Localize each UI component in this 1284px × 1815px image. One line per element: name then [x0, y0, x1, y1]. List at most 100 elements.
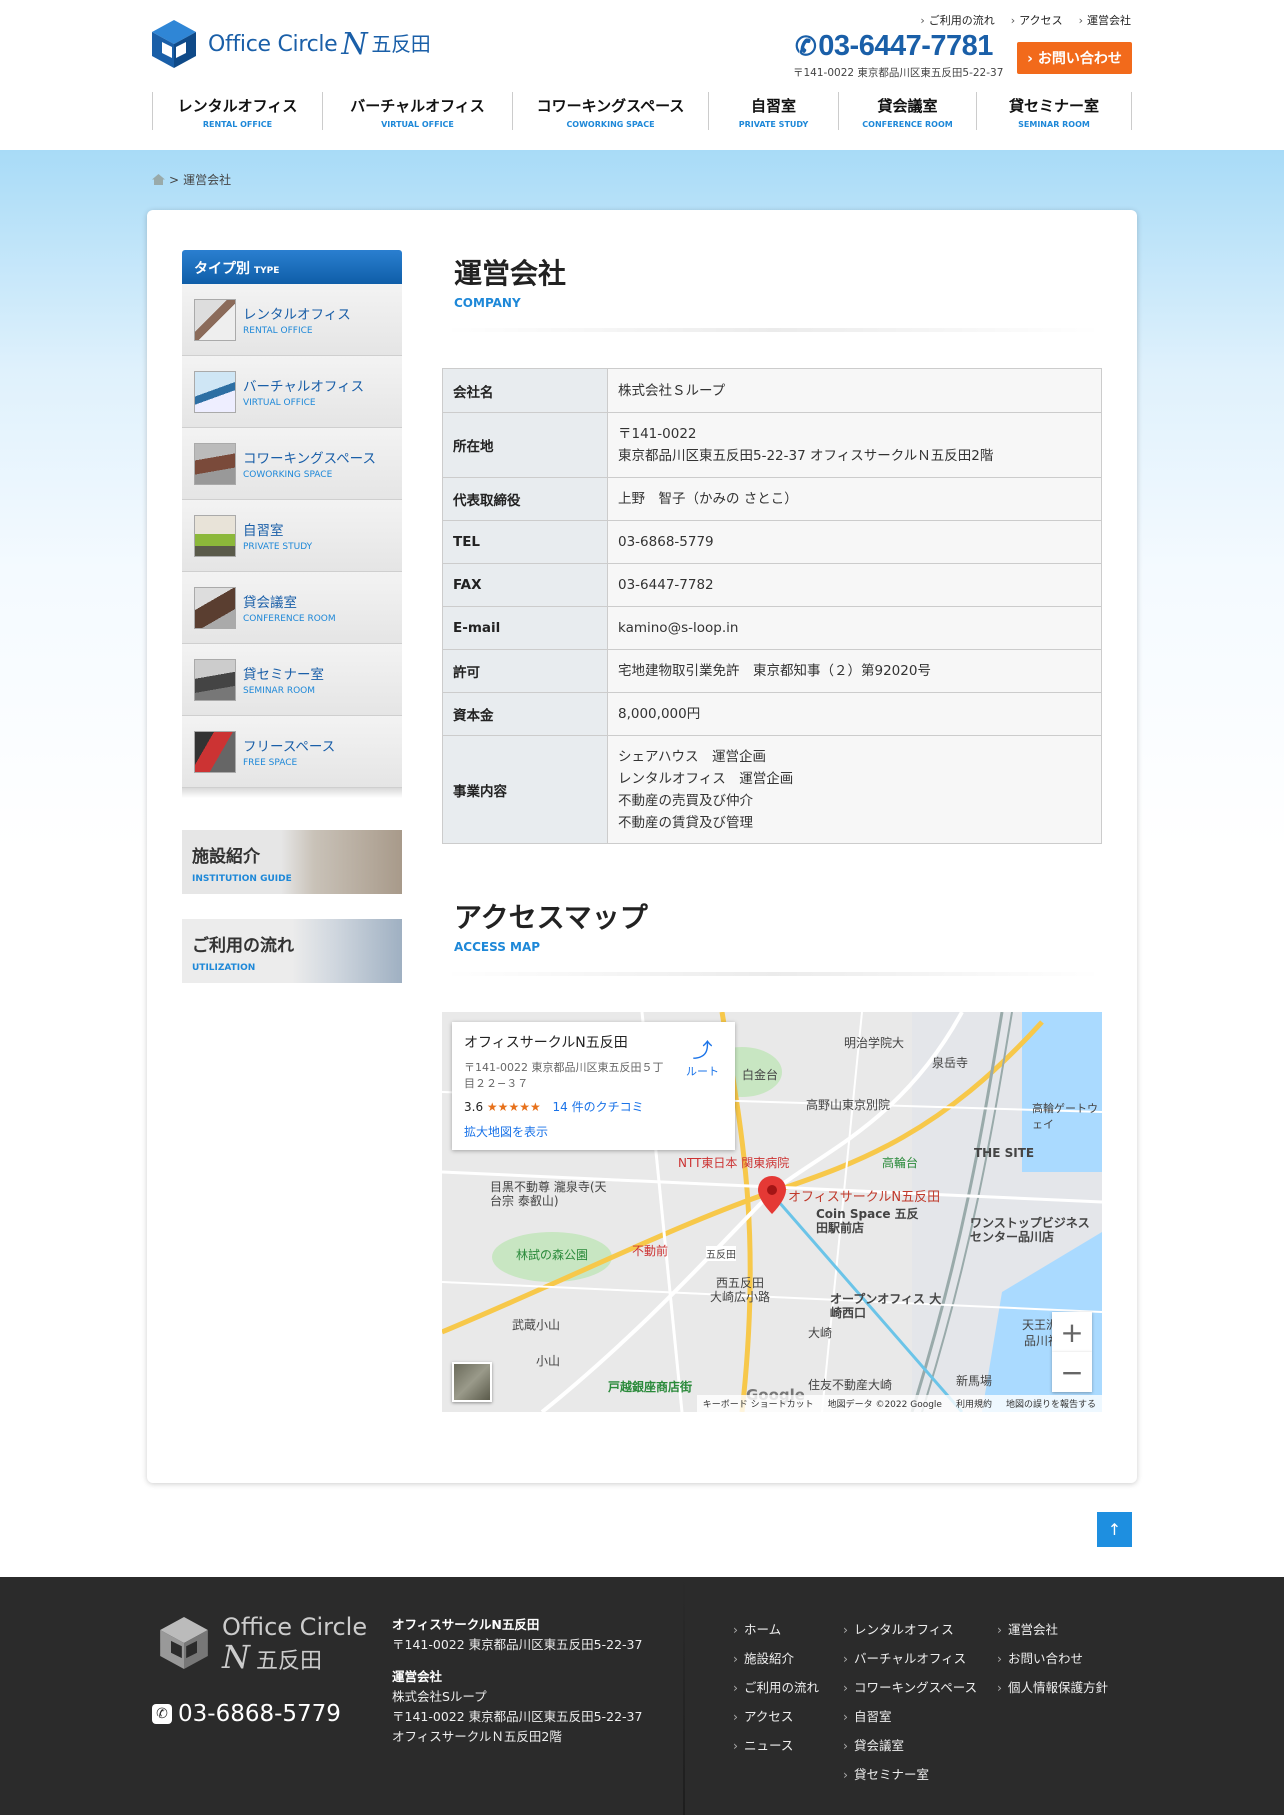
header-address: 〒141-0022 東京都品川区東五反田5-22-37: [793, 67, 1004, 79]
footer-phone[interactable]: ✆ 03-6868-5779: [152, 1701, 341, 1727]
banner-institution-guide[interactable]: 施設紹介 INSTITUTION GUIDE: [182, 830, 402, 894]
footer-link[interactable]: 運営会社: [997, 1615, 1108, 1644]
google-map[interactable]: 明治学院大 泉岳寺 白金台 高野山東京別院 高輪ゲートウェイ NTT東日本 関東…: [442, 1012, 1102, 1412]
map-label: 新馬場: [956, 1374, 993, 1388]
rental-office-thumbnail: [194, 298, 236, 341]
map-marker-label: オフィスサークルN五反田: [788, 1190, 941, 1205]
virtual-office-thumbnail: [194, 370, 236, 413]
title-divider: [444, 328, 1102, 332]
table-row: 代表取締役 上野 智子（かみの さとこ）: [442, 477, 1102, 521]
footer-link[interactable]: 施設紹介: [733, 1644, 819, 1673]
contact-button[interactable]: › お問い合わせ: [1017, 42, 1132, 74]
footer-link[interactable]: ご利用の流れ: [733, 1673, 819, 1702]
table-row: FAX 03-6447-7782: [442, 563, 1102, 607]
nav-coworking-space[interactable]: コワーキングスペース COWORKING SPACE: [512, 92, 708, 130]
map-label: ワンストップビジネスセンター品川店: [970, 1216, 1090, 1244]
map-label: 大崎広小路: [710, 1290, 771, 1304]
table-row: 事業内容 シェアハウス 運営企画 レンタルオフィス 運営企画 不動産の売買及び仲介…: [442, 735, 1102, 844]
zoom-in-button[interactable]: +: [1052, 1312, 1092, 1352]
route-button[interactable]: ⤴ ルート: [686, 1034, 719, 1079]
map-label: NTT東日本 関東病院: [678, 1156, 790, 1170]
map-place-name: オフィスサークルN五反田: [464, 1035, 628, 1051]
footer-info: オフィスサークルN五反田 〒141-0022 東京都品川区東五反田5-22-37…: [392, 1617, 643, 1744]
header-phone-number: 03-6447-7781: [818, 30, 993, 62]
home-icon[interactable]: [152, 174, 165, 185]
keyboard-shortcuts-link[interactable]: キーボード ショートカット: [703, 1397, 814, 1410]
map-label: オープンオフィス 大崎西口: [830, 1292, 942, 1320]
sidebar-item-rental-office[interactable]: レンタルオフィス RENTAL OFFICE: [182, 284, 402, 356]
coworking-space-thumbnail: [194, 442, 236, 485]
footer-link[interactable]: バーチャルオフィス: [843, 1644, 977, 1673]
map-label: 不動前: [632, 1244, 669, 1258]
cube-logo-icon: [150, 18, 198, 70]
footer-link[interactable]: 自習室: [843, 1702, 977, 1731]
banner-utilization[interactable]: ご利用の流れ UTILIZATION: [182, 919, 402, 983]
footer-link[interactable]: 貸セミナー室: [843, 1760, 977, 1789]
sidebar-item-free-space[interactable]: フリースペース FREE SPACE: [182, 716, 402, 788]
table-row: 許可 宅地建物取引業免許 東京都知事（２）第92020号: [442, 649, 1102, 693]
nav-virtual-office[interactable]: バーチャルオフィス VIRTUAL OFFICE: [322, 92, 512, 130]
directions-icon: ⤴: [692, 1038, 713, 1062]
back-to-top-button[interactable]: ↑: [1097, 1512, 1132, 1547]
map-reviews-link[interactable]: 14 件のクチコミ: [553, 1100, 644, 1114]
footer-logo[interactable]: Office Circle N 五反田: [158, 1612, 367, 1677]
footer-link[interactable]: 個人情報保護方針: [997, 1673, 1108, 1702]
nav-rental-office[interactable]: レンタルオフィス RENTAL OFFICE: [152, 92, 322, 130]
free-space-thumbnail: [194, 730, 236, 773]
title-divider: [444, 972, 1102, 976]
footer-link[interactable]: お問い合わせ: [997, 1644, 1108, 1673]
satellite-toggle[interactable]: [452, 1362, 492, 1402]
site-header: Office CircleN五反田 ご利用の流れ アクセス 運営会社 ✆ 03-…: [0, 0, 1284, 150]
footer-link[interactable]: ホーム: [733, 1615, 819, 1644]
map-info-card: オフィスサークルN五反田 〒141-0022 東京都品川区東五反田５丁目２２−３…: [452, 1022, 735, 1150]
table-row: 資本金 8,000,000円: [442, 692, 1102, 736]
nav-seminar-room[interactable]: 貸セミナー室 SEMINAR ROOM: [976, 92, 1132, 130]
map-marker-icon[interactable]: [758, 1176, 786, 1218]
site-logo[interactable]: Office Circle N 五反田: [150, 18, 431, 70]
sidebar-item-private-study[interactable]: 自習室 PRIVATE STUDY: [182, 500, 402, 572]
terms-link[interactable]: 利用規約: [956, 1397, 992, 1410]
nav-conference-room[interactable]: 貸会議室 CONFERENCE ROOM: [838, 92, 976, 130]
company-info-table: 会社名 株式会社Ｓループ 所在地 〒141-0022 東京都品川区東五反田5-22-…: [442, 368, 1102, 844]
top-link-access[interactable]: アクセス: [1011, 12, 1062, 28]
zoom-out-button[interactable]: −: [1052, 1352, 1092, 1392]
sidebar-item-coworking-space[interactable]: コワーキングスペース COWORKING SPACE: [182, 428, 402, 500]
seminar-room-thumbnail: [194, 658, 236, 701]
map-footer: キーボード ショートカット 地図データ ©2022 Google 利用規約 地図…: [696, 1395, 1102, 1412]
nav-private-study[interactable]: 自習室 PRIVATE STUDY: [708, 92, 838, 130]
logo-wordmark: Office Circle N 五反田: [208, 26, 431, 62]
global-nav: レンタルオフィス RENTAL OFFICE バーチャルオフィス VIRTUAL O…: [152, 92, 1132, 130]
sidebar-item-virtual-office[interactable]: バーチャルオフィス VIRTUAL OFFICE: [182, 356, 402, 428]
footer-links-col1: ホーム 施設紹介 ご利用の流れ アクセス ニュース: [733, 1615, 819, 1760]
company-subtitle: COMPANY: [454, 296, 521, 310]
sidebar-item-seminar-room[interactable]: 貸セミナー室 SEMINAR ROOM: [182, 644, 402, 716]
table-row: 会社名 株式会社Ｓループ: [442, 368, 1102, 413]
phone-icon: ✆: [795, 31, 817, 61]
map-label: 高野山東京別院: [806, 1098, 891, 1112]
header-phone[interactable]: ✆ 03-6447-7781: [795, 30, 993, 63]
private-study-thumbnail: [194, 514, 236, 557]
footer-divider: [683, 1577, 685, 1815]
footer-link[interactable]: コワーキングスペース: [843, 1673, 977, 1702]
top-link-flow[interactable]: ご利用の流れ: [920, 12, 995, 28]
cube-logo-icon: [158, 1614, 210, 1676]
top-link-company[interactable]: 運営会社: [1079, 12, 1131, 28]
breadcrumb-current: 運営会社: [183, 173, 232, 187]
rating-stars-icon: ★★★★★: [486, 1100, 541, 1114]
footer-link[interactable]: レンタルオフィス: [843, 1615, 977, 1644]
map-label: 林試の森公園: [516, 1248, 589, 1262]
sidebar: タイプ別 TYPE レンタルオフィス RENTAL OFFICE バーチャルオフィス…: [182, 250, 402, 798]
footer-link[interactable]: ニュース: [733, 1731, 819, 1760]
sidebar-item-conference-room[interactable]: 貸会議室 CONFERENCE ROOM: [182, 572, 402, 644]
footer-link[interactable]: アクセス: [733, 1702, 819, 1731]
footer-link[interactable]: 貸会議室: [843, 1731, 977, 1760]
map-label: 高輪台: [882, 1156, 919, 1170]
larger-map-link[interactable]: 拡大地図を表示: [464, 1123, 723, 1140]
table-row: 所在地 〒141-0022 東京都品川区東五反田5-22-37 オフィスサークルＮ…: [442, 412, 1102, 478]
map-label: 武蔵小山: [512, 1318, 561, 1332]
map-place-address: 〒141-0022 東京都品川区東五反田５丁目２２−３７: [464, 1061, 664, 1090]
access-subtitle: ACCESS MAP: [454, 940, 541, 954]
map-label: 小山: [536, 1354, 561, 1368]
report-error-link[interactable]: 地図の誤りを報告する: [1006, 1397, 1096, 1410]
footer-links-col2: レンタルオフィス バーチャルオフィス コワーキングスペース 自習室 貸会議室 貸…: [843, 1615, 977, 1789]
